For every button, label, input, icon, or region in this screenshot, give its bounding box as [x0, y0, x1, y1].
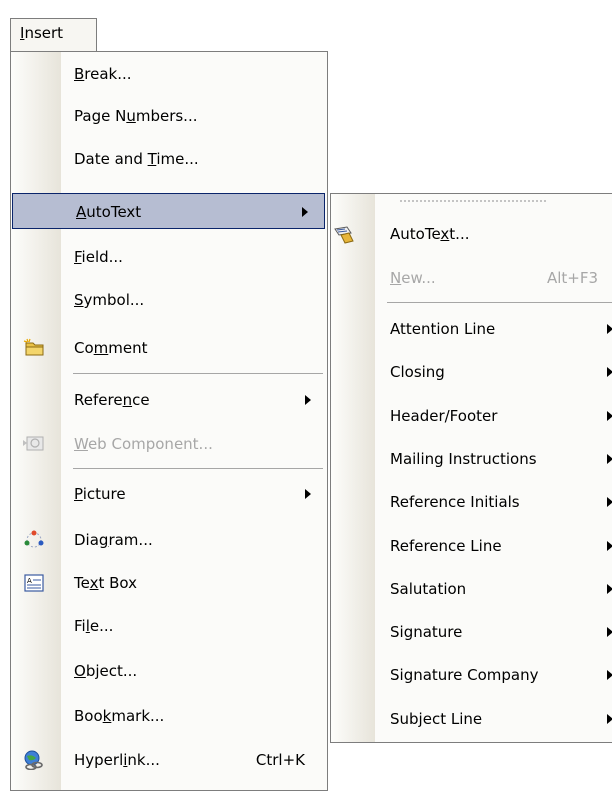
menu-item-label: Subject Line — [390, 710, 483, 728]
menu-title-rest: nsert — [24, 24, 64, 42]
menu-item-hyperlink[interactable]: Hyperlink... Ctrl+K — [11, 742, 327, 778]
web-component-icon — [23, 436, 44, 451]
submenu-arrow-icon — [607, 411, 612, 421]
menu-item-label: Reference — [74, 391, 150, 409]
submenu-arrow-icon — [607, 454, 612, 464]
submenu-arrow-icon — [607, 324, 612, 334]
hyperlink-icon — [24, 750, 43, 770]
menu-item-label: Salutation — [390, 580, 467, 598]
autotext-icon — [334, 226, 354, 244]
text-box-icon: A — [24, 574, 44, 592]
menu-item-text-box[interactable]: A Text Box — [11, 565, 327, 601]
submenu-drag-handle[interactable] — [399, 200, 547, 202]
menu-item-label: Text Box — [74, 574, 138, 592]
menu-item-label: Break... — [74, 65, 132, 83]
submenu-item-reference-line[interactable]: Reference Line — [331, 528, 612, 564]
menu-item-label: AutoText... — [390, 225, 470, 243]
insert-menu-title[interactable]: Insert — [10, 18, 97, 52]
submenu-arrow-icon — [305, 395, 311, 405]
diagram-icon — [24, 530, 44, 548]
menu-item-label: Reference Initials — [390, 493, 520, 511]
menu-item-object[interactable]: Object... — [11, 653, 327, 689]
menu-item-label: Attention Line — [390, 320, 496, 338]
menu-separator — [73, 373, 323, 374]
submenu-item-new[interactable]: New... Alt+F3 — [331, 260, 612, 296]
submenu-item-mailing-instructions[interactable]: Mailing Instructions — [331, 441, 612, 477]
submenu-arrow-icon — [305, 489, 311, 499]
menu-item-shortcut: Ctrl+K — [255, 751, 305, 769]
submenu-item-autotext[interactable]: AutoText... — [331, 216, 612, 252]
menu-item-break[interactable]: Break... — [11, 56, 327, 92]
autotext-submenu: AutoText... New... Alt+F3 Attention Line … — [330, 193, 612, 743]
submenu-item-attention-line[interactable]: Attention Line — [331, 311, 612, 347]
submenu-item-subject-line[interactable]: Subject Line — [331, 701, 612, 737]
menu-item-label: Header/Footer — [390, 407, 498, 425]
menu-item-file[interactable]: File... — [11, 608, 327, 644]
submenu-arrow-icon — [607, 367, 612, 377]
submenu-arrow-icon — [302, 207, 308, 217]
comment-icon — [23, 338, 44, 356]
menu-item-label: Symbol... — [74, 291, 145, 309]
svg-text:A: A — [27, 577, 32, 585]
menu-item-comment[interactable]: Comment — [11, 330, 327, 366]
submenu-item-reference-initials[interactable]: Reference Initials — [331, 484, 612, 520]
menu-item-autotext[interactable]: AutoText — [12, 193, 325, 229]
menu-item-label: AutoText — [76, 203, 142, 221]
menu-item-label: Hyperlink... — [74, 751, 160, 769]
menu-item-label: Comment — [74, 339, 148, 357]
submenu-arrow-icon — [607, 627, 612, 637]
submenu-item-signature-company[interactable]: Signature Company — [331, 657, 612, 693]
menu-item-label: Closing — [390, 363, 445, 381]
submenu-arrow-icon — [607, 541, 612, 551]
submenu-arrow-icon — [607, 497, 612, 507]
menu-item-shortcut: Alt+F3 — [546, 269, 598, 287]
menu-item-label: Signature Company — [390, 666, 539, 684]
submenu-separator — [387, 302, 612, 303]
menu-item-label: File... — [74, 617, 114, 635]
menu-separator — [73, 468, 323, 469]
menu-item-label: New... — [390, 269, 436, 287]
submenu-arrow-icon — [607, 714, 612, 724]
menu-item-field[interactable]: Field... — [11, 239, 327, 275]
submenu-arrow-icon — [607, 584, 612, 594]
submenu-arrow-icon — [607, 670, 612, 680]
menu-item-label: Field... — [74, 248, 123, 266]
menu-item-date-and-time[interactable]: Date and Time... — [11, 141, 327, 177]
menu-item-label: Diagram... — [74, 531, 153, 549]
menu-item-label: Date and Time... — [74, 150, 199, 168]
menu-item-web-component[interactable]: Web Component... — [11, 426, 327, 462]
menu-item-page-numbers[interactable]: Page Numbers... — [11, 98, 327, 134]
menu-item-label: Web Component... — [74, 435, 213, 453]
insert-menu: Break... Page Numbers... Date and Time..… — [10, 51, 328, 791]
menu-item-label: Picture — [74, 485, 126, 503]
submenu-item-salutation[interactable]: Salutation — [331, 571, 612, 607]
menu-item-diagram[interactable]: Diagram... — [11, 522, 327, 558]
menu-item-label: Mailing Instructions — [390, 450, 537, 468]
menu-item-bookmark[interactable]: Bookmark... — [11, 698, 327, 734]
menu-item-label: Page Numbers... — [74, 107, 198, 125]
menu-item-picture[interactable]: Picture — [11, 476, 327, 512]
menu-item-label: Object... — [74, 662, 138, 680]
submenu-item-closing[interactable]: Closing — [331, 354, 612, 390]
menu-item-label: Bookmark... — [74, 707, 165, 725]
menu-item-label: Reference Line — [390, 537, 502, 555]
submenu-item-header-footer[interactable]: Header/Footer — [331, 398, 612, 434]
menu-item-label: Signature — [390, 623, 463, 641]
menu-item-reference[interactable]: Reference — [11, 382, 327, 418]
menu-item-symbol[interactable]: Symbol... — [11, 282, 327, 318]
submenu-item-signature[interactable]: Signature — [331, 614, 612, 650]
